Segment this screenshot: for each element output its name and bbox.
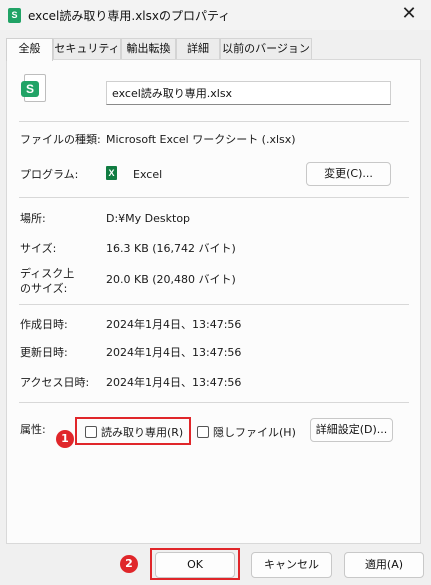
disk-size-label-line2: のサイズ: — [20, 282, 68, 295]
modified-label: 更新日時: — [20, 346, 68, 359]
document-icon: S — [21, 74, 46, 102]
created-value: 2024年1月4日、13:47:56 — [106, 318, 242, 331]
tab-general[interactable]: 全般 — [6, 38, 53, 61]
attributes-label: 属性: — [20, 423, 46, 436]
general-panel: S ファイルの種類: Microsoft Excel ワークシート (.xlsx… — [6, 59, 421, 544]
title-bar: S excel読み取り専用.xlsxのプロパティ ✕ — [0, 0, 431, 30]
excel-file-icon: S — [8, 8, 21, 23]
hidden-checkbox[interactable]: 隠しファイル(H) — [197, 424, 296, 440]
step-2-badge: 2 — [120, 555, 138, 573]
divider — [19, 402, 409, 403]
accessed-label: アクセス日時: — [20, 376, 90, 389]
tab-previous-versions[interactable]: 以前のバージョン — [220, 38, 312, 60]
hidden-label: 隠しファイル(H) — [213, 426, 296, 439]
accessed-value: 2024年1月4日、13:47:56 — [106, 376, 242, 389]
readonly-checkbox[interactable]: 読み取り専用(R) — [85, 424, 183, 440]
disk-size-label-line1: ディスク上 — [20, 267, 75, 280]
location-value: D:¥My Desktop — [106, 212, 191, 225]
advanced-button[interactable]: 詳細設定(D)... — [310, 418, 393, 442]
size-value: 16.3 KB (16,742 バイト) — [106, 242, 236, 255]
size-label: サイズ: — [20, 242, 57, 255]
divider — [19, 304, 409, 305]
change-program-button[interactable]: 変更(C)... — [306, 162, 391, 186]
window-title: excel読み取り専用.xlsxのプロパティ — [28, 9, 231, 23]
readonly-label: 読み取り専用(R) — [101, 426, 184, 439]
divider — [19, 197, 409, 198]
tab-details[interactable]: 詳細 — [176, 38, 220, 60]
ok-button[interactable]: OK — [155, 552, 235, 578]
created-label: 作成日時: — [20, 318, 68, 331]
modified-value: 2024年1月4日、13:47:56 — [106, 346, 242, 359]
step-1-badge: 1 — [56, 430, 74, 448]
location-label: 場所: — [20, 212, 46, 225]
tab-security[interactable]: セキュリティ — [53, 38, 121, 60]
divider — [19, 121, 409, 122]
spreadsheet-icon: S — [21, 81, 39, 97]
disk-size-value: 20.0 KB (20,480 バイト) — [106, 273, 236, 286]
readonly-checkbox-box[interactable] — [85, 426, 97, 438]
apply-button[interactable]: 適用(A) — [344, 552, 424, 578]
file-type-label: ファイルの種類: — [20, 133, 101, 146]
cancel-button[interactable]: キャンセル — [251, 552, 332, 578]
program-label: プログラム: — [20, 168, 79, 181]
excel-app-icon: X — [106, 165, 124, 181]
filename-input[interactable] — [106, 81, 391, 105]
program-value: Excel — [133, 168, 163, 181]
file-type-value: Microsoft Excel ワークシート (.xlsx) — [106, 133, 296, 146]
close-button[interactable]: ✕ — [387, 0, 431, 30]
tab-export[interactable]: 輸出転換 — [121, 38, 176, 60]
hidden-checkbox-box[interactable] — [197, 426, 209, 438]
